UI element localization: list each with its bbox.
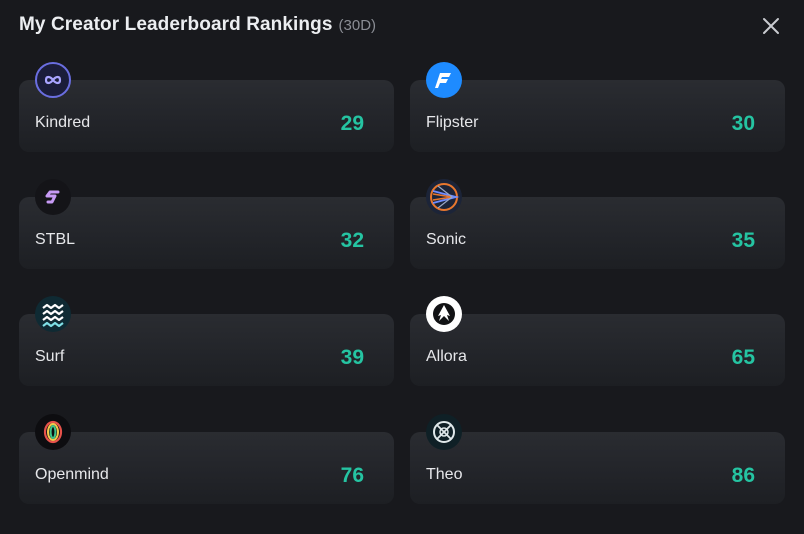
period-label: (30D) bbox=[338, 17, 377, 34]
panel-title: My Creator Leaderboard Rankings bbox=[19, 14, 333, 35]
ranking-card-allora[interactable]: Allora 65 bbox=[410, 296, 785, 386]
close-button[interactable] bbox=[760, 15, 782, 37]
surf-logo-icon bbox=[35, 296, 71, 332]
kindred-logo-icon bbox=[35, 62, 71, 98]
project-rank: 29 bbox=[340, 112, 364, 135]
project-name: Sonic bbox=[426, 231, 467, 248]
leaderboard-rankings-panel: My Creator Leaderboard Rankings (30D) Ki… bbox=[0, 0, 804, 534]
project-name: Flipster bbox=[426, 114, 479, 131]
project-name: STBL bbox=[35, 231, 76, 248]
card-background bbox=[410, 432, 785, 504]
project-rank: 86 bbox=[731, 464, 755, 487]
ranking-card-kindred[interactable]: Kindred 29 bbox=[19, 62, 394, 152]
project-rank: 32 bbox=[340, 229, 364, 252]
project-rank: 30 bbox=[731, 112, 755, 135]
project-name: Surf bbox=[35, 348, 65, 365]
panel-header: My Creator Leaderboard Rankings (30D) bbox=[19, 14, 376, 38]
ranking-card-openmind[interactable]: Openmind 76 bbox=[19, 414, 394, 504]
flipster-logo-icon bbox=[426, 62, 462, 98]
project-name: Allora bbox=[426, 348, 467, 365]
card-background bbox=[19, 197, 394, 269]
project-rank: 35 bbox=[731, 229, 755, 252]
sonic-logo-icon bbox=[426, 179, 462, 215]
project-name: Kindred bbox=[35, 114, 91, 131]
allora-logo-icon bbox=[426, 296, 462, 332]
project-name: Openmind bbox=[35, 466, 109, 483]
project-name: Theo bbox=[426, 466, 463, 483]
stbl-logo-icon bbox=[35, 179, 71, 215]
theo-logo-icon bbox=[426, 414, 462, 450]
card-background bbox=[410, 197, 785, 269]
project-rank: 39 bbox=[340, 346, 364, 369]
ranking-card-sonic[interactable]: Sonic 35 bbox=[410, 179, 785, 269]
ranking-card-surf[interactable]: Surf 39 bbox=[19, 296, 394, 386]
close-icon bbox=[763, 18, 779, 34]
project-rank: 65 bbox=[731, 346, 755, 369]
ranking-card-theo[interactable]: Theo 86 bbox=[410, 414, 785, 504]
project-rank: 76 bbox=[340, 464, 364, 487]
ranking-card-stbl[interactable]: STBL 32 bbox=[19, 179, 394, 269]
openmind-logo-icon bbox=[35, 414, 71, 450]
ranking-card-flipster[interactable]: Flipster 30 bbox=[410, 62, 785, 152]
card-background bbox=[19, 314, 394, 386]
